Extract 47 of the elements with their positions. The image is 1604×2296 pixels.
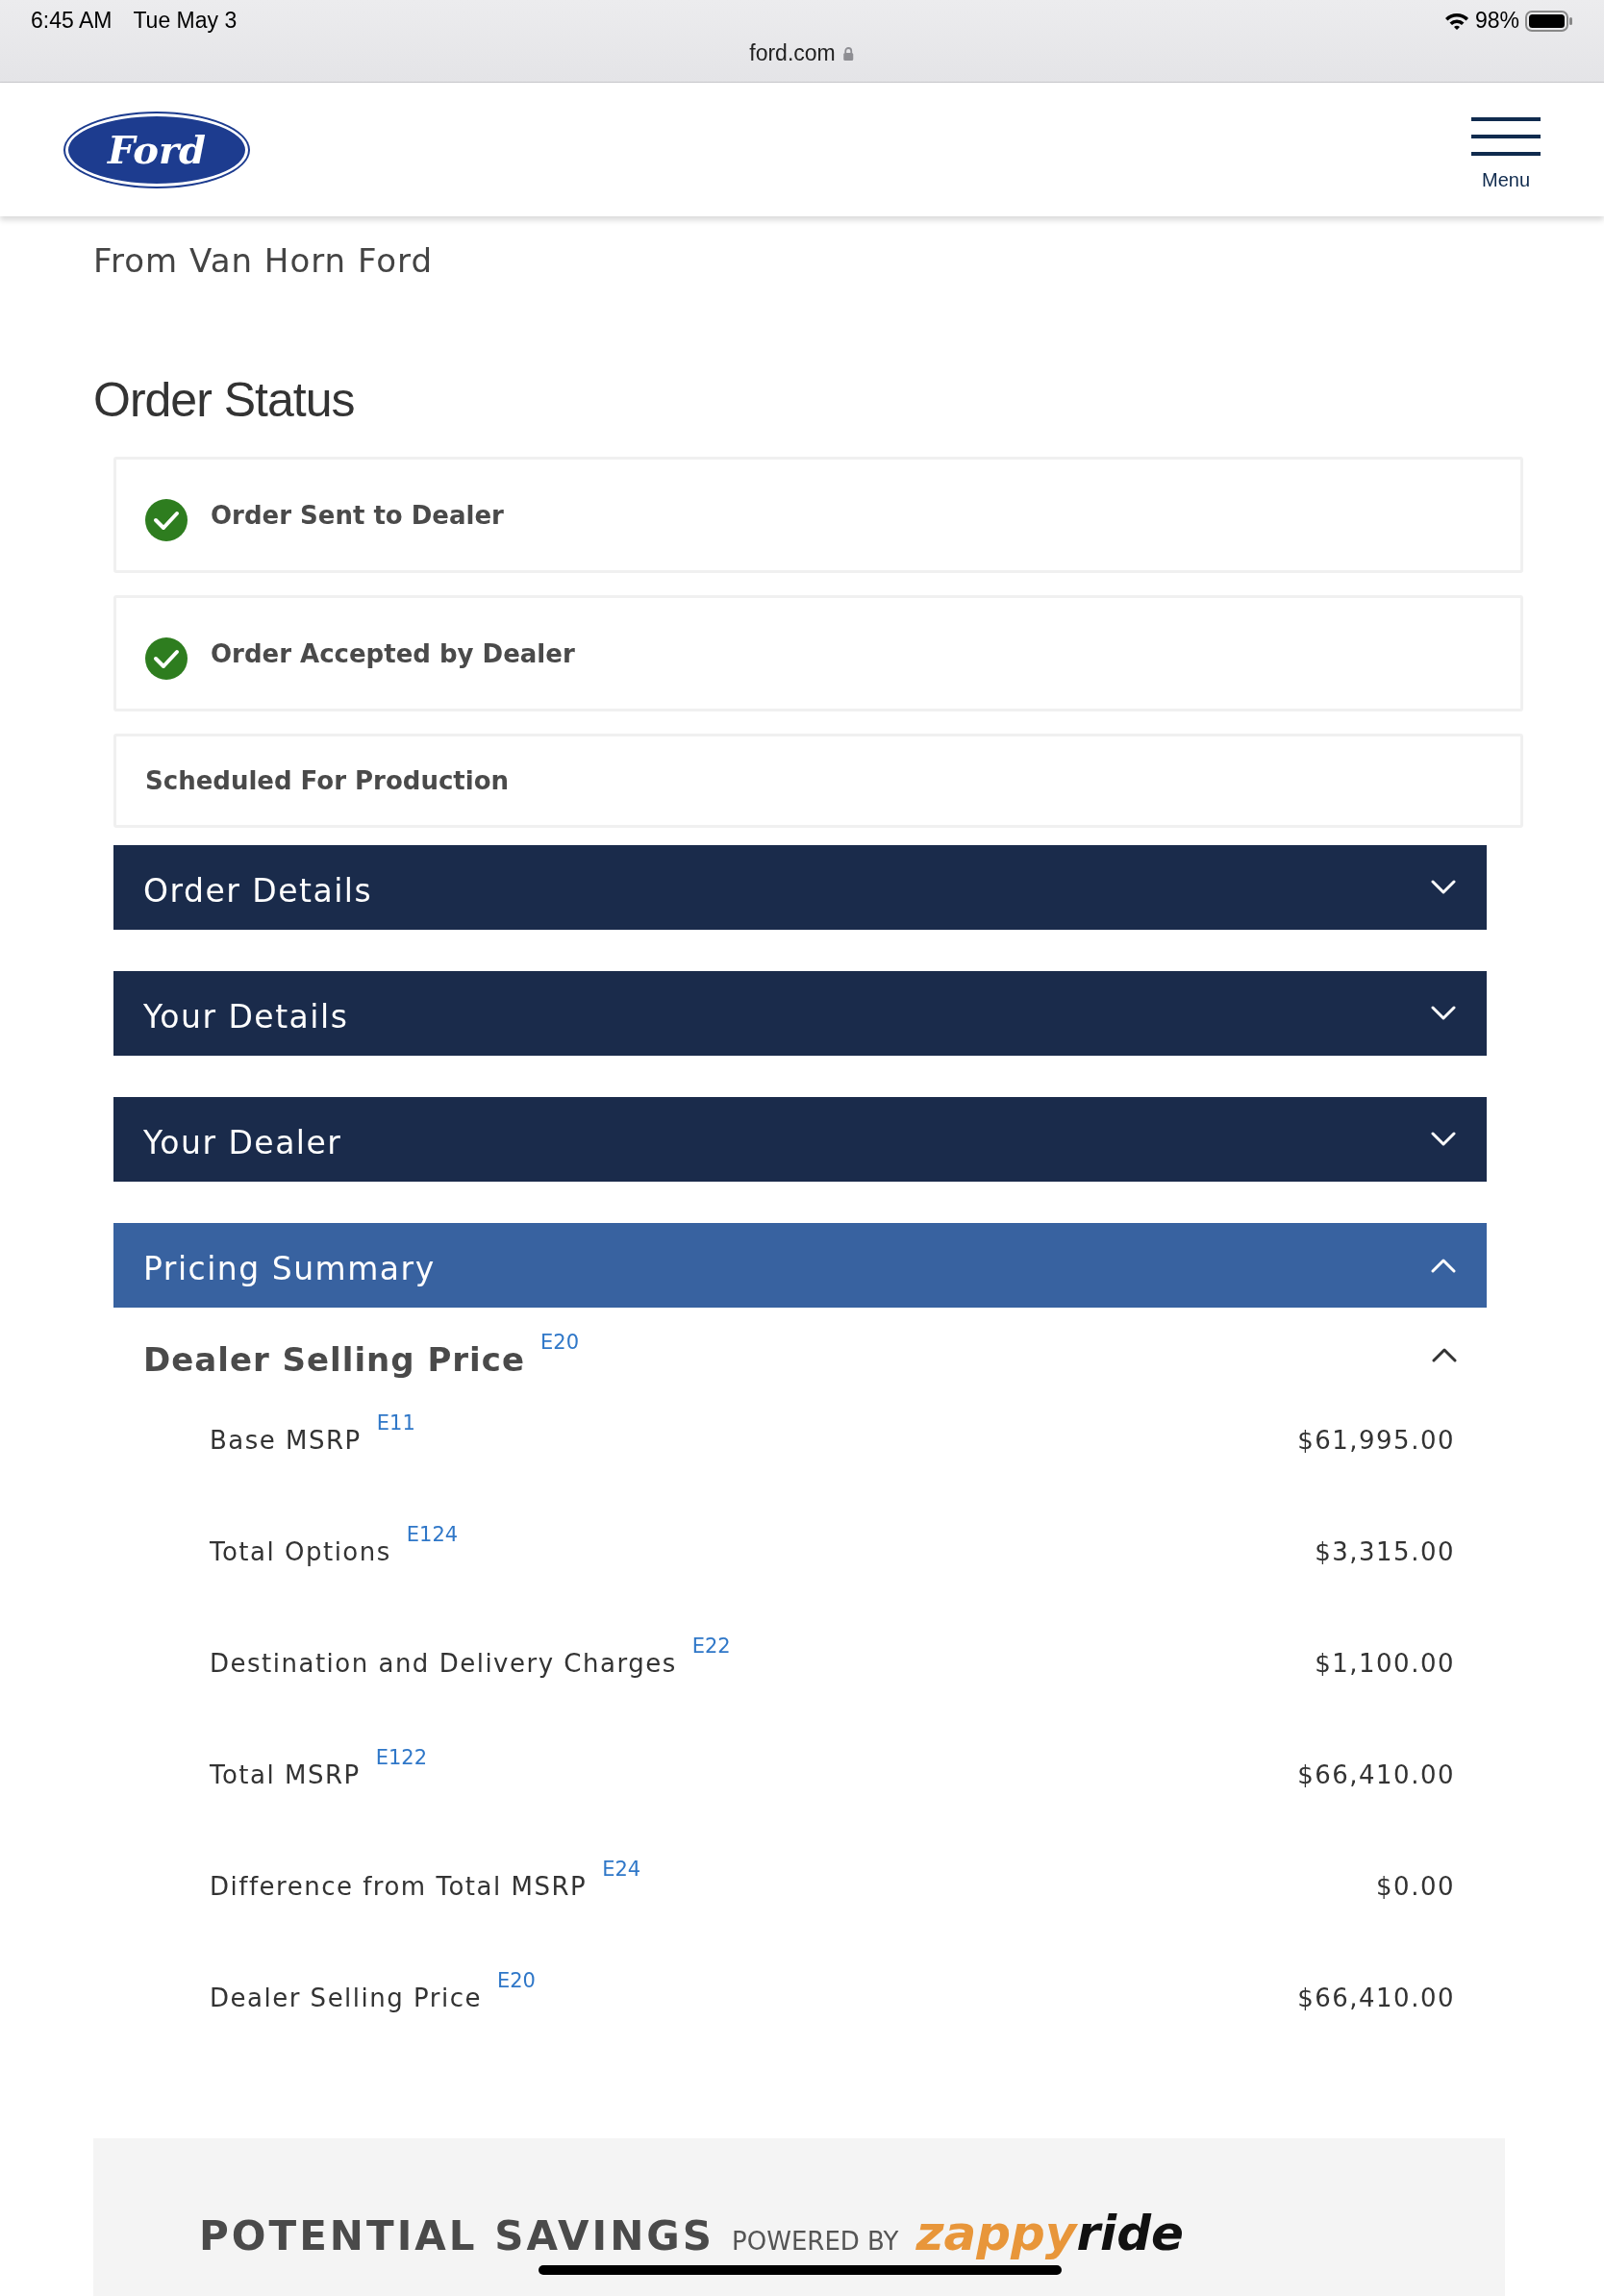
wifi-icon (1443, 11, 1469, 31)
price-label: Total MSRP (210, 1759, 361, 1789)
chevron-down-icon (1431, 880, 1456, 895)
price-label: Base MSRP (210, 1425, 362, 1455)
pricing-heading: Dealer Selling Price (143, 1339, 525, 1379)
brand-logo: zappyride (915, 2206, 1184, 2261)
chevron-down-icon (1431, 1132, 1456, 1147)
footnote-link[interactable]: E22 (691, 1635, 731, 1658)
footnote-link[interactable]: E122 (375, 1746, 428, 1769)
price-value: $0.00 (1376, 1871, 1455, 1901)
footnote-link[interactable]: E11 (376, 1411, 415, 1435)
lock-icon (842, 45, 855, 62)
chevron-down-icon (1431, 1006, 1456, 1021)
chevron-up-icon[interactable] (1432, 1347, 1457, 1362)
url-text: ford.com (749, 40, 836, 66)
powered-by-text: POWERED BY (732, 2227, 899, 2256)
price-label: Total Options (210, 1536, 391, 1566)
footnote-link[interactable]: E20 (496, 1969, 536, 1992)
battery-percent: 98% (1474, 8, 1519, 34)
price-value: $66,410.00 (1297, 1983, 1455, 2012)
price-value: $61,995.00 (1297, 1425, 1455, 1455)
clock-time: 6:45 AM (31, 8, 113, 34)
address-field[interactable]: ford.com (749, 40, 855, 66)
accordion-header[interactable]: Your Dealer (113, 1097, 1487, 1182)
dealer-name: From Van Horn Ford (93, 241, 435, 280)
savings-title: POTENTIAL SAVINGS (199, 2212, 715, 2259)
accordion-header[interactable]: Pricing Summary (113, 1223, 1487, 1308)
date: Tue May 3 (133, 8, 238, 34)
price-label: Difference from Total MSRP (210, 1871, 588, 1901)
footnote-link[interactable]: E124 (406, 1523, 459, 1546)
chevron-up-icon (1431, 1258, 1456, 1273)
price-value: $66,410.00 (1297, 1759, 1455, 1789)
status-label: Order Sent to Dealer (211, 500, 504, 530)
footnote-link[interactable]: E20 (540, 1331, 579, 1354)
logo[interactable]: Ford (65, 112, 248, 187)
footnote-link[interactable]: E24 (602, 1858, 641, 1881)
accordion-header[interactable]: Order Details (113, 845, 1487, 930)
menu-button[interactable]: Menu (1471, 108, 1541, 191)
price-label: Dealer Selling Price (210, 1983, 482, 2012)
status-label: Scheduled For Production (145, 766, 510, 795)
status-label: Order Accepted by Dealer (211, 638, 575, 668)
price-value: $1,100.00 (1315, 1648, 1455, 1678)
section-title: Order Status (93, 372, 356, 428)
battery-icon (1525, 9, 1573, 33)
price-label: Destination and Delivery Charges (210, 1648, 677, 1678)
price-value: $3,315.00 (1315, 1536, 1455, 1566)
accordion-header[interactable]: Your Details (113, 971, 1487, 1056)
